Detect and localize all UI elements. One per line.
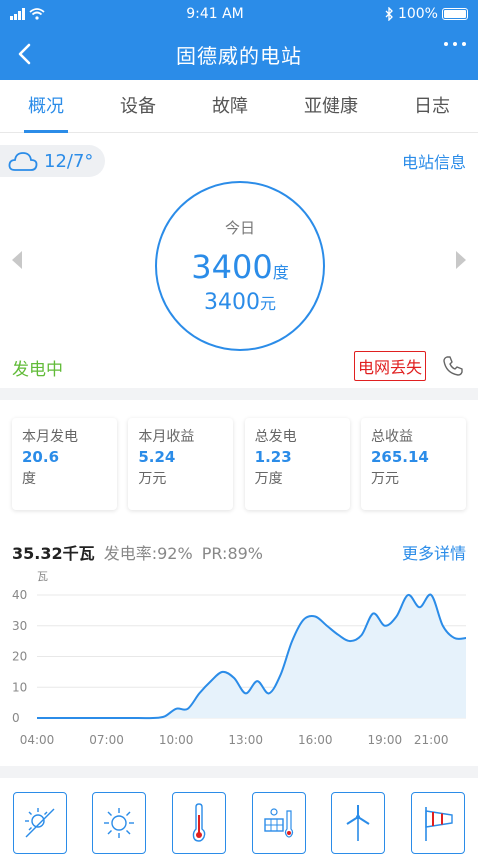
stat-total-energy[interactable]: 总发电 1.23 万度 xyxy=(244,418,350,510)
thermometer-icon[interactable] xyxy=(172,792,227,854)
performance-ratio: PR:89% xyxy=(201,544,264,563)
bottom-icon-row xyxy=(0,778,478,854)
stat-unit: 度 xyxy=(22,471,36,487)
y-tick-label: 40 xyxy=(12,588,27,602)
tab-overview[interactable]: 概况 xyxy=(24,80,68,133)
header: 9:41 AM 100% 固德威的电站 概况 设备 故障 亚健康 日志 xyxy=(0,0,478,133)
x-tick-label: 21:00 xyxy=(414,733,449,747)
generation-rate: 发电率:92% xyxy=(103,544,193,563)
stat-month-energy[interactable]: 本月发电 20.6 度 xyxy=(12,418,117,510)
tab-bar: 概况 设备 故障 亚健康 日志 xyxy=(0,80,478,133)
stat-label: 本月发电 xyxy=(22,429,78,445)
overview-card: 12/7° 电站信息 今日 3400度 3400元 发电中 电网丢失 xyxy=(0,133,478,388)
tab-devices[interactable]: 设备 xyxy=(116,80,160,133)
today-label: 今日 xyxy=(224,219,255,237)
wind-turbine-icon[interactable] xyxy=(331,792,386,854)
stats-row: 本月发电 20.6 度 本月收益 5.24 万元 总发电 1.23 万度 总收益… xyxy=(0,400,478,530)
power-chart: 瓦 0 10 20 30 40 04:00 07:00 10:00 13:00 16:00 19:00… xyxy=(12,570,467,747)
stat-unit: 万元 xyxy=(370,471,399,487)
status-bar: 9:41 AM 100% xyxy=(0,0,478,28)
x-tick-label: 13:00 xyxy=(228,733,263,747)
stat-label: 本月收益 xyxy=(138,429,195,445)
station-info-link[interactable]: 电站信息 xyxy=(402,149,466,173)
stat-unit: 万度 xyxy=(254,471,283,487)
solar-temp-icon[interactable] xyxy=(251,792,306,854)
stat-value: 1.23 xyxy=(254,448,292,466)
stat-month-income[interactable]: 本月收益 5.24 万元 xyxy=(128,418,234,510)
prev-arrow-icon[interactable] xyxy=(12,251,22,269)
tab-subhealth[interactable]: 亚健康 xyxy=(300,80,362,133)
x-tick-label: 04:00 xyxy=(20,733,55,747)
current-power: 35.32千瓦 xyxy=(12,544,95,563)
stat-unit: 万元 xyxy=(138,471,167,487)
y-axis-label: 瓦 xyxy=(37,570,48,583)
stat-value: 5.24 xyxy=(138,448,176,466)
weather-temp: 12/7° xyxy=(44,150,94,172)
navbar: 固德威的电站 xyxy=(0,28,478,80)
x-tick-label: 19:00 xyxy=(368,733,403,747)
x-tick-label: 10:00 xyxy=(159,733,194,747)
sun-day-icon[interactable] xyxy=(12,792,67,854)
grid-lost-badge[interactable]: 电网丢失 xyxy=(353,351,426,381)
x-tick-label: 16:00 xyxy=(298,733,333,747)
stat-label: 总收益 xyxy=(370,429,413,445)
stat-label: 总发电 xyxy=(254,429,297,445)
battery-percent: 100% xyxy=(397,6,438,22)
stat-total-income[interactable]: 总收益 265.14 万元 xyxy=(360,418,466,510)
sun-icon[interactable] xyxy=(92,792,147,854)
y-tick-label: 30 xyxy=(12,619,27,633)
power-chart-card: 35.32千瓦 发电率:92% PR:89% 更多详情 瓦 0 10 20 30 40 04… xyxy=(0,530,478,766)
status-time: 9:41 AM xyxy=(186,6,244,22)
stat-value: 265.14 xyxy=(370,448,429,466)
windsock-icon[interactable] xyxy=(411,792,466,854)
y-tick-label: 10 xyxy=(12,680,27,694)
battery-icon xyxy=(441,8,468,20)
page-title: 固德威的电站 xyxy=(176,43,302,68)
tab-logs[interactable]: 日志 xyxy=(410,80,454,133)
y-tick-label: 20 xyxy=(12,650,27,664)
back-arrow-icon[interactable] xyxy=(12,40,40,68)
tab-faults[interactable]: 故障 xyxy=(208,80,252,133)
today-income: 3400元 xyxy=(203,290,276,315)
today-ring: 今日 3400度 3400元 xyxy=(155,181,325,351)
bluetooth-icon xyxy=(385,7,393,21)
phone-icon[interactable] xyxy=(442,355,464,377)
generation-status: 发电中 xyxy=(12,360,63,380)
more-icon[interactable] xyxy=(444,42,466,46)
x-tick-label: 07:00 xyxy=(89,733,124,747)
more-details-link[interactable]: 更多详情 xyxy=(402,540,466,564)
next-arrow-icon[interactable] xyxy=(456,251,466,269)
y-tick-label: 0 xyxy=(12,711,20,725)
signal-icon xyxy=(10,8,25,20)
wifi-icon xyxy=(29,8,45,20)
today-energy: 3400度 xyxy=(191,248,289,286)
weather-badge: 12/7° xyxy=(0,145,106,177)
cloud-icon xyxy=(8,152,38,171)
stat-value: 20.6 xyxy=(22,448,60,466)
